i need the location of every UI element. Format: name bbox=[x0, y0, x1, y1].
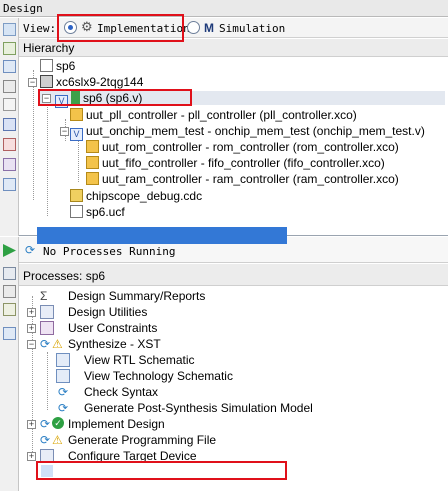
process-label: View Technology Schematic bbox=[84, 369, 233, 383]
cleanup-icon[interactable] bbox=[3, 303, 16, 316]
process-tree-guide bbox=[32, 296, 33, 458]
tree-guide bbox=[33, 70, 34, 200]
view-label: View: bbox=[23, 22, 57, 35]
expand-all-icon[interactable] bbox=[3, 98, 16, 111]
tree-label: uut_rom_controller - rom_controller (rom… bbox=[102, 140, 399, 154]
tree-label: uut_ram_controller - ram_controller (ram… bbox=[102, 172, 399, 186]
rerun-icon[interactable] bbox=[3, 285, 16, 298]
process-toolbar bbox=[0, 237, 19, 491]
simulation-radio[interactable] bbox=[187, 21, 200, 34]
tree-item-fifo-controller[interactable]: uut_fifo_controller - fifo_controller (f… bbox=[86, 155, 385, 171]
process-label: Synthesize - XST bbox=[68, 337, 161, 351]
tree-label: uut_fifo_controller - fifo_controller (f… bbox=[102, 156, 385, 170]
ip-core-icon bbox=[86, 172, 99, 185]
process-status-text: No Processes Running bbox=[43, 245, 176, 258]
project-icon bbox=[40, 59, 53, 72]
new-source-icon[interactable] bbox=[3, 23, 16, 36]
tree-label: chipscope_debug.cdc bbox=[86, 189, 203, 203]
expand-implement-icon[interactable]: + bbox=[27, 420, 36, 429]
warning-icon: ⚠ bbox=[52, 337, 63, 351]
edit-icon[interactable] bbox=[3, 158, 16, 171]
warning-icon: ⚠ bbox=[52, 433, 63, 447]
process-label: View RTL Schematic bbox=[84, 353, 195, 367]
process-label: Generate Programming File bbox=[68, 433, 217, 447]
run-icon[interactable] bbox=[3, 244, 16, 257]
tree-item-chipscope-cdc[interactable]: chipscope_debug.cdc bbox=[70, 188, 202, 204]
tree-item-ucf[interactable]: sp6.ucf bbox=[70, 204, 125, 220]
window-icon[interactable] bbox=[3, 178, 16, 191]
process-window-icon[interactable] bbox=[3, 327, 16, 340]
schematic-icon bbox=[56, 353, 70, 367]
ip-core-icon bbox=[70, 108, 83, 121]
expand-user-constraints-icon[interactable]: + bbox=[27, 324, 36, 333]
ip-core-icon bbox=[86, 140, 99, 153]
status-rerun-icon: ⟳ bbox=[40, 417, 51, 431]
utilities-icon bbox=[40, 305, 54, 319]
schematic-icon bbox=[56, 369, 70, 383]
ucf-file-icon bbox=[70, 205, 83, 218]
success-check-icon: ✓ bbox=[52, 417, 64, 429]
simulation-label[interactable]: Simulation bbox=[219, 22, 285, 35]
process-properties-icon[interactable] bbox=[3, 267, 16, 280]
tree-label: xc6slx9-2tqg144 bbox=[56, 75, 144, 89]
save-icon[interactable] bbox=[3, 118, 16, 131]
process-label: Generate Post-Synthesis Simulation Model bbox=[84, 401, 313, 415]
status-rerun-icon: ⟳ bbox=[58, 385, 69, 399]
process-label: Design Utilities bbox=[68, 305, 148, 319]
expand-configure-icon[interactable]: + bbox=[27, 452, 36, 461]
verilog-module-icon: V bbox=[70, 128, 83, 141]
expand-design-utilities-icon[interactable]: + bbox=[27, 308, 36, 317]
add-copy-icon[interactable] bbox=[3, 60, 16, 73]
process-label: Design Summary/Reports bbox=[68, 289, 206, 303]
ip-core-icon bbox=[86, 156, 99, 169]
status-rerun-icon: ⟳ bbox=[40, 337, 51, 351]
add-source-icon[interactable] bbox=[3, 42, 16, 55]
collapse-synthesize-icon[interactable]: − bbox=[27, 340, 36, 349]
design-toolbar bbox=[0, 18, 19, 236]
tree-item-onchip-mem-test[interactable]: Vuut_onchip_mem_test - onchip_mem_test (… bbox=[70, 123, 425, 141]
processes-header: Processes: sp6 bbox=[19, 264, 448, 286]
tree-item-device[interactable]: xc6slx9-2tqg144 bbox=[40, 74, 143, 90]
collapse-onchip-mem-icon[interactable]: − bbox=[60, 127, 69, 136]
selected-process-background bbox=[37, 227, 287, 244]
process-label: Implement Design bbox=[68, 417, 165, 431]
status-rerun-icon: ⟳ bbox=[40, 433, 51, 447]
cdc-file-icon bbox=[70, 189, 83, 202]
status-rerun-icon: ⟳ bbox=[58, 401, 69, 415]
tree-item-project[interactable]: sp6 bbox=[40, 58, 75, 74]
tree-item-pll-controller[interactable]: uut_pll_controller - pll_controller (pll… bbox=[70, 107, 357, 123]
tree-label: sp6 bbox=[56, 59, 76, 73]
process-label: User Constraints bbox=[68, 321, 158, 335]
top-module-highlight-box bbox=[38, 89, 192, 106]
simulation-icon: M bbox=[204, 21, 214, 35]
tree-guide bbox=[47, 104, 48, 216]
summary-sigma-icon: Σ bbox=[40, 289, 48, 303]
tree-guide bbox=[78, 138, 79, 182]
properties-icon[interactable] bbox=[3, 138, 16, 151]
chip-icon bbox=[40, 75, 53, 88]
process-label: Check Syntax bbox=[84, 385, 159, 399]
constraints-icon bbox=[40, 321, 54, 335]
implementation-highlight-box bbox=[57, 14, 184, 42]
collapse-device-icon[interactable]: − bbox=[28, 78, 37, 87]
tree-item-ram-controller[interactable]: uut_ram_controller - ram_controller (ram… bbox=[86, 171, 399, 187]
analyze-highlight-box bbox=[36, 461, 287, 480]
tree-label: sp6.ucf bbox=[86, 205, 125, 219]
tree-item-rom-controller[interactable]: uut_rom_controller - rom_controller (rom… bbox=[86, 139, 399, 155]
refresh-icon: ⟳ bbox=[25, 243, 36, 257]
tree-label: uut_onchip_mem_test - onchip_mem_test (o… bbox=[86, 124, 425, 138]
hierarchy-icon[interactable] bbox=[3, 80, 16, 93]
tree-label: uut_pll_controller - pll_controller (pll… bbox=[86, 108, 357, 122]
process-tree-guide bbox=[47, 352, 48, 410]
